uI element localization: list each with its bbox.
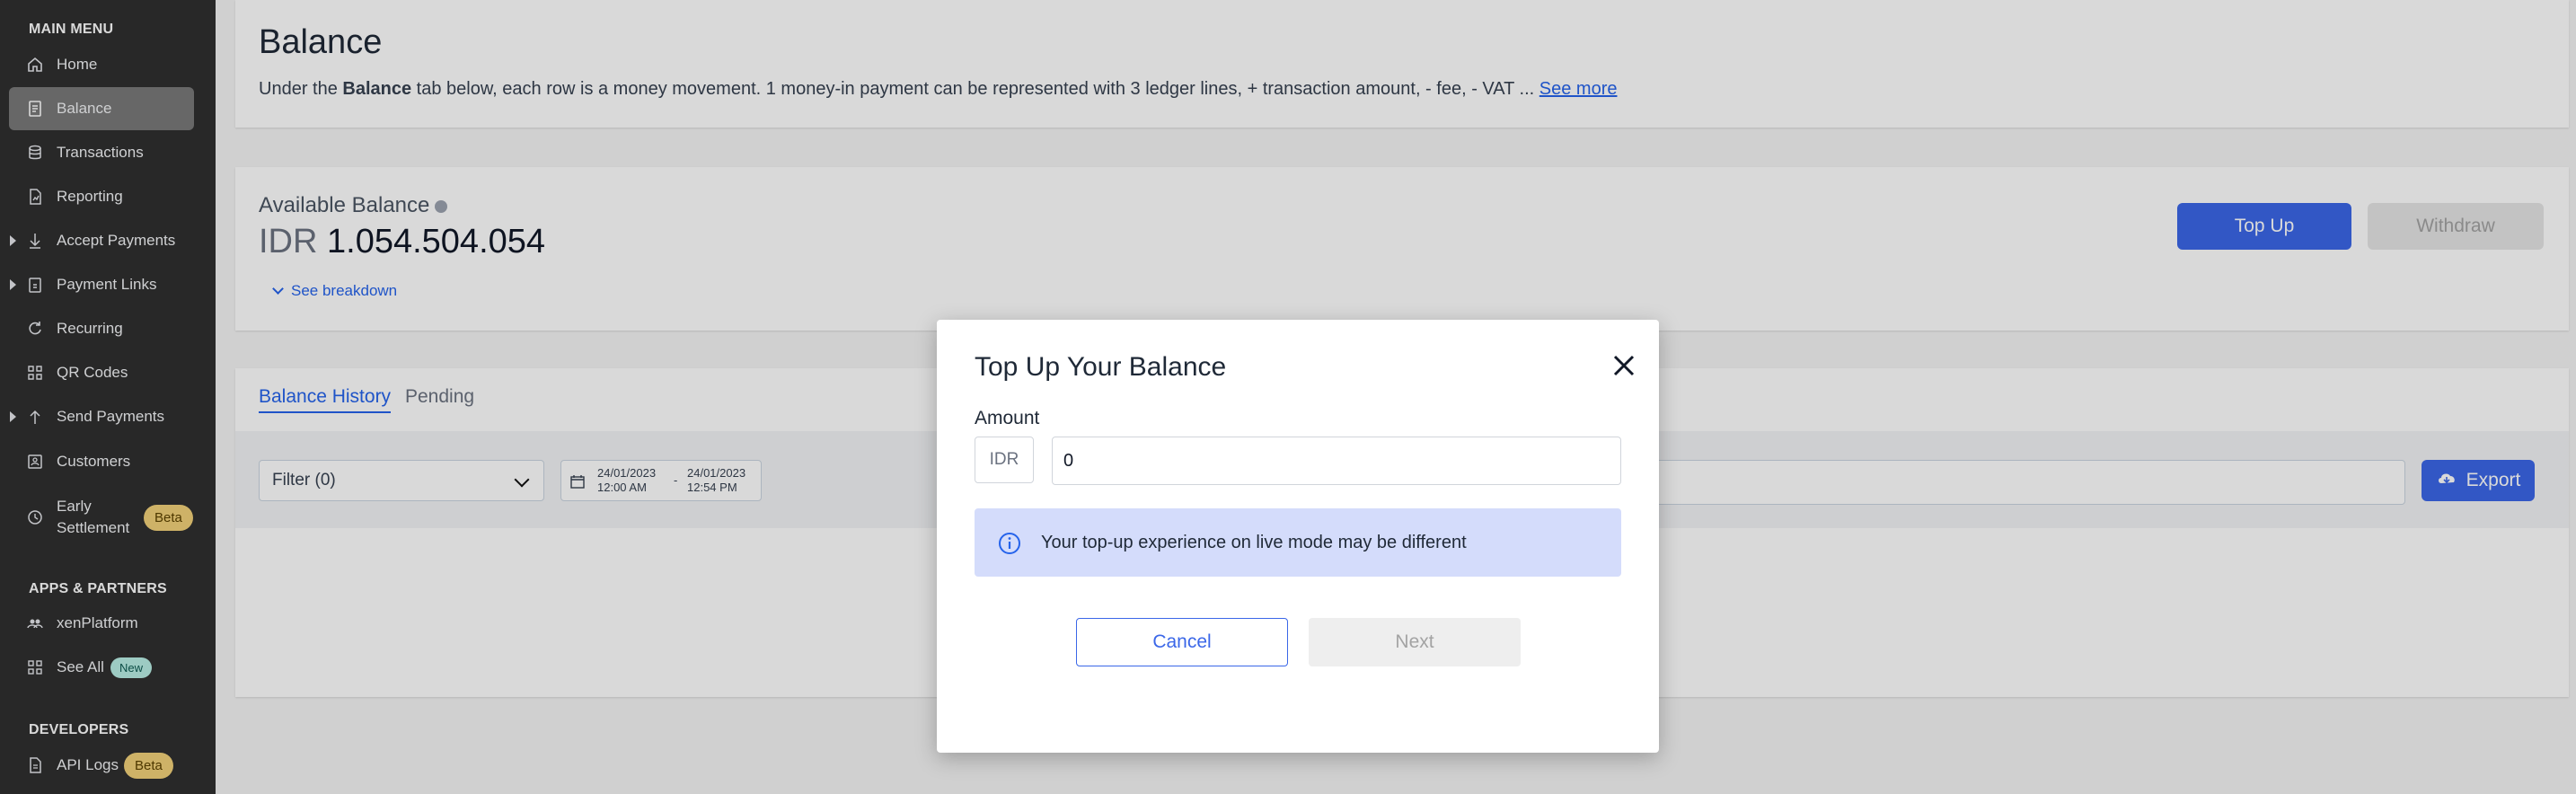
info-notice: Your top-up experience on live mode may … — [975, 508, 1621, 577]
notice-text: Your top-up experience on live mode may … — [1041, 532, 1467, 552]
cancel-button[interactable]: Cancel — [1076, 618, 1288, 666]
currency-prefix: IDR — [975, 437, 1034, 483]
amount-input[interactable] — [1052, 437, 1621, 485]
next-button[interactable]: Next — [1309, 618, 1521, 666]
amount-label: Amount — [975, 408, 1040, 428]
modal-title: Top Up Your Balance — [975, 352, 1227, 382]
close-icon[interactable] — [1609, 350, 1639, 381]
top-up-modal: Top Up Your Balance Amount IDR Your top-… — [937, 320, 1659, 753]
info-circle-icon — [998, 532, 1021, 555]
